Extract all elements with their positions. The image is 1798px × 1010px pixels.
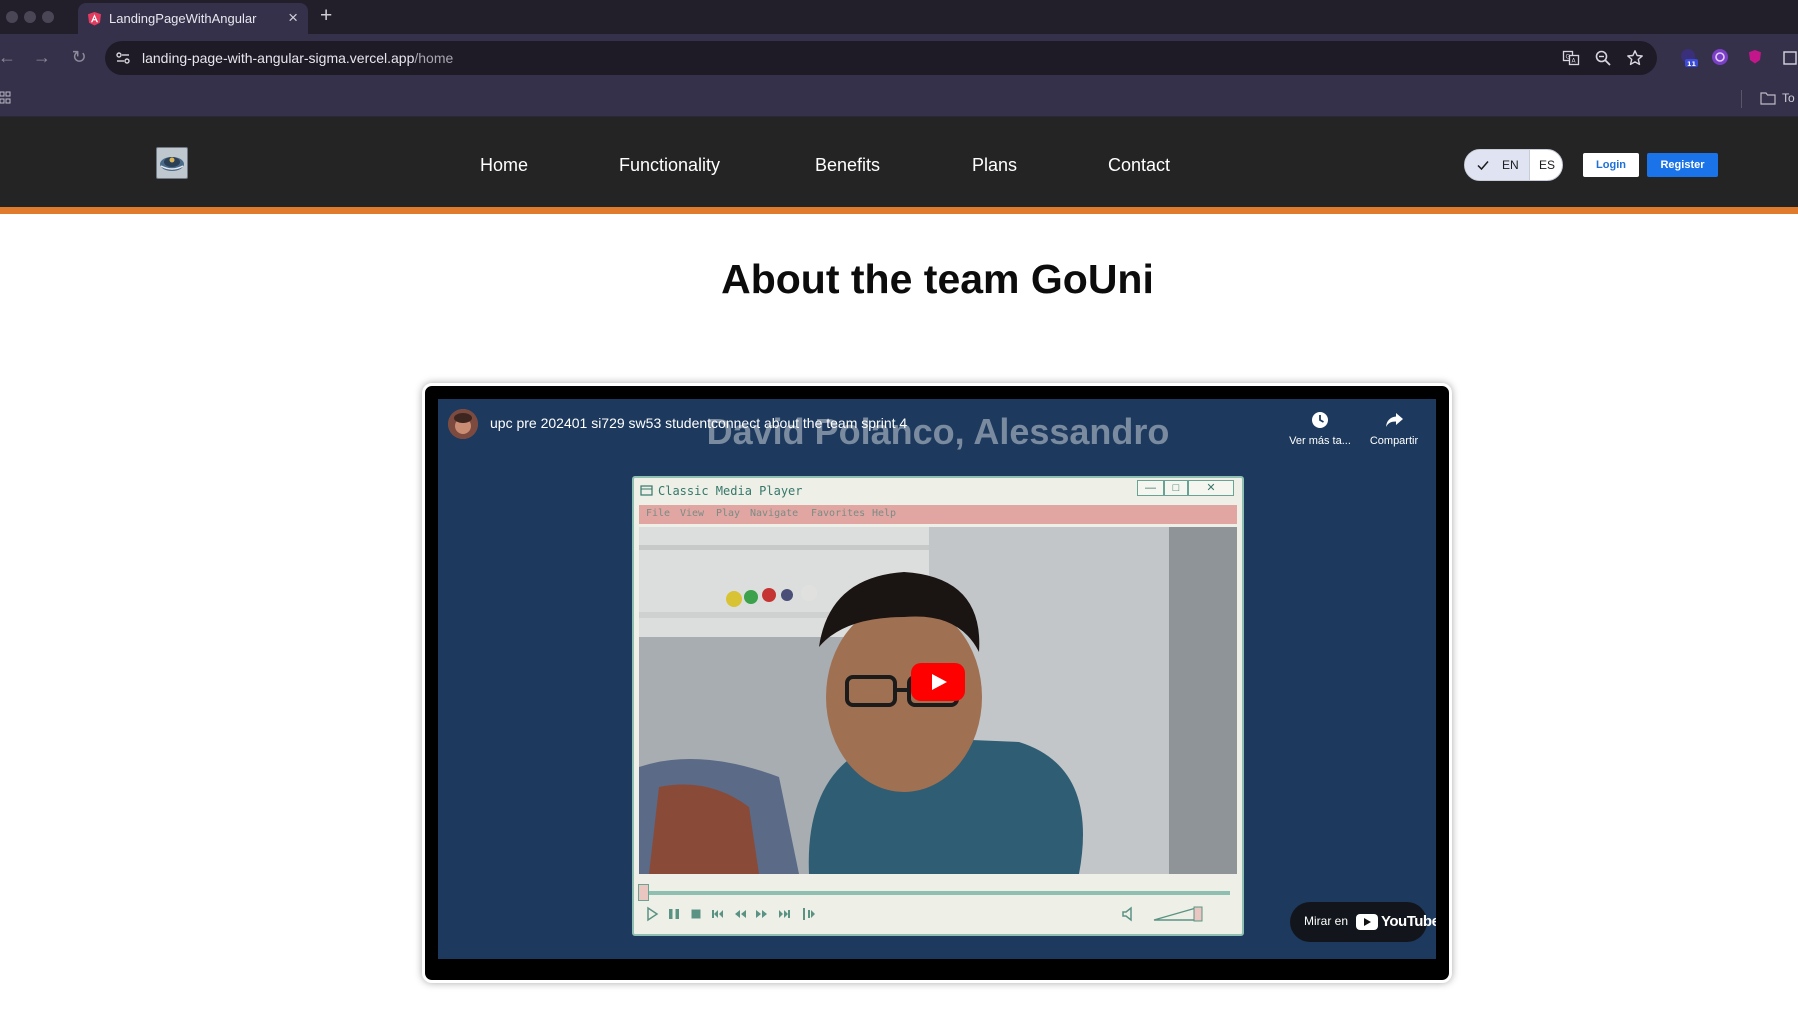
tab-close-icon[interactable]: × <box>288 8 298 28</box>
browser-toolbar: ← → ↻ landing-page-with-angular-sigma.ve… <box>0 34 1798 82</box>
extension-purple-icon[interactable] <box>1710 47 1730 67</box>
player-menu-view: View <box>680 508 705 519</box>
logo-emblem-icon <box>160 157 184 171</box>
player-menu-help: Help <box>872 508 897 519</box>
player-menu-file: File <box>646 508 671 519</box>
site-settings-icon[interactable] <box>115 50 131 66</box>
nav-contact[interactable]: Contact <box>1108 155 1170 176</box>
share-button[interactable]: Compartir <box>1359 409 1429 447</box>
window-zoom-dot[interactable] <box>42 11 54 23</box>
avatar-face-icon <box>448 409 478 439</box>
video-embed: David Polanco, Alessandro upc pre 202401… <box>422 383 1452 983</box>
player-menu-play: Play <box>716 508 741 519</box>
site-header: Home Functionality Benefits Plans Contac… <box>0 117 1798 214</box>
language-toggle: EN ES <box>1464 149 1563 181</box>
window-minimize-dot[interactable] <box>24 11 36 23</box>
register-button[interactable]: Register <box>1647 153 1718 177</box>
browser-tab-bar: LandingPageWithAngular × + <box>0 0 1798 34</box>
url-path: /home <box>414 50 454 66</box>
youtube-player[interactable]: David Polanco, Alessandro upc pre 202401… <box>438 399 1436 959</box>
clock-icon <box>1312 412 1328 428</box>
lang-en-label: EN <box>1502 158 1519 172</box>
nav-home[interactable]: Home <box>480 155 528 176</box>
player-volume-icon <box>1122 906 1132 922</box>
player-seek-bar <box>642 891 1230 895</box>
player-seek-knob <box>638 884 649 901</box>
youtube-logo-icon <box>1356 914 1378 930</box>
folder-icon[interactable] <box>1760 91 1776 105</box>
check-icon <box>1477 161 1489 171</box>
site-logo[interactable] <box>156 147 188 179</box>
nav-benefits[interactable]: Benefits <box>815 155 880 176</box>
player-minimize-icon: — <box>1137 480 1164 496</box>
nav-functionality[interactable]: Functionality <box>619 155 720 176</box>
translate-icon[interactable]: G A <box>1562 49 1580 67</box>
window-close-dot[interactable] <box>6 11 18 23</box>
share-arrow-icon <box>1386 413 1403 427</box>
player-frame-step-icon <box>803 908 815 920</box>
youtube-brand: YouTube <box>1381 913 1436 930</box>
media-player-window: Classic Media Player — □ ✕ File View Pla… <box>632 476 1244 936</box>
youtube-play-button[interactable] <box>911 663 965 701</box>
watch-on-label: Mirar en <box>1304 914 1349 928</box>
extension-badge-icon[interactable]: 11 <box>1678 47 1698 67</box>
player-rewind-icon <box>735 910 746 918</box>
player-maximize-icon: □ <box>1164 480 1188 496</box>
player-close-icon: ✕ <box>1188 480 1234 496</box>
url-host: landing-page-with-angular-sigma.vercel.a… <box>142 50 415 66</box>
lang-es-option[interactable]: ES <box>1529 150 1562 180</box>
watch-later-label: Ver más ta... <box>1289 435 1351 447</box>
browser-tab-active[interactable]: LandingPageWithAngular × <box>78 3 308 34</box>
player-skip-forward-icon <box>779 910 790 918</box>
share-label: Compartir <box>1369 435 1419 447</box>
url-text[interactable]: landing-page-with-angular-sigma.vercel.a… <box>142 50 453 66</box>
player-menu-bar: File View Play Navigate Favorites Help <box>639 505 1237 524</box>
lang-es-label: ES <box>1539 158 1556 172</box>
video-title[interactable]: upc pre 202401 si729 sw53 studentconnect… <box>490 415 907 431</box>
address-bar[interactable]: landing-page-with-angular-sigma.vercel.a… <box>105 41 1657 75</box>
extension-angular-icon[interactable] <box>1745 47 1765 67</box>
player-skip-back-icon <box>712 910 723 918</box>
bookmark-star-icon[interactable] <box>1626 49 1644 67</box>
player-window-title: Classic Media Player <box>658 484 803 498</box>
forward-arrow-icon[interactable]: → <box>31 46 53 68</box>
header-accent-bar <box>0 207 1798 214</box>
tab-title: LandingPageWithAngular <box>109 11 257 26</box>
extension-badge-count: 11 <box>1687 60 1697 67</box>
watch-on-youtube-button[interactable]: Mirar en YouTube <box>1290 902 1436 942</box>
player-volume-slider <box>1153 906 1203 922</box>
player-play-icon <box>647 906 659 922</box>
extensions-puzzle-icon[interactable] <box>1781 47 1798 67</box>
player-menu-navigate: Navigate <box>750 508 799 519</box>
bookmarks-separator <box>1741 90 1742 108</box>
bookmarks-bar: To <box>0 82 1798 117</box>
apps-grid-icon[interactable] <box>0 91 14 105</box>
player-stop-icon <box>691 909 701 919</box>
player-pause-icon <box>669 909 679 919</box>
nav-plans[interactable]: Plans <box>972 155 1017 176</box>
watch-later-button[interactable]: Ver más ta... <box>1285 409 1355 447</box>
channel-avatar[interactable] <box>448 409 478 439</box>
lang-en-option[interactable]: EN <box>1465 150 1529 180</box>
player-menu-favorites: Favorites <box>811 508 866 519</box>
login-button[interactable]: Login <box>1583 153 1639 177</box>
bookmark-folder-label[interactable]: To <box>1782 91 1795 105</box>
reload-icon[interactable]: ↻ <box>68 46 90 68</box>
svg-text:G: G <box>1566 54 1571 61</box>
back-arrow-icon[interactable]: ← <box>0 46 18 68</box>
new-tab-button[interactable]: + <box>320 4 332 28</box>
angular-icon <box>87 11 102 26</box>
player-window-icon <box>640 485 653 496</box>
zoom-icon[interactable] <box>1594 49 1612 67</box>
player-forward-icon <box>756 910 767 918</box>
page-title: About the team GoUni <box>721 256 1154 302</box>
